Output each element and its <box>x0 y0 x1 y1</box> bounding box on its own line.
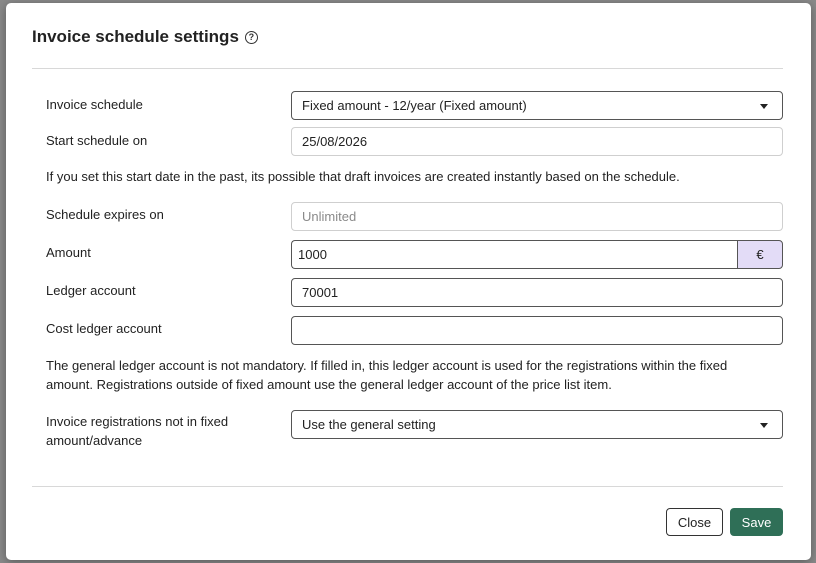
registrations-value: Use the general setting <box>302 417 436 432</box>
invoice-schedule-value: Fixed amount - 12/year (Fixed amount) <box>302 98 527 113</box>
chevron-down-icon <box>760 423 768 428</box>
footer-divider <box>32 486 783 487</box>
ledger-note: The general ledger account is not mandat… <box>46 356 783 394</box>
ledger-account-label: Ledger account <box>46 283 136 298</box>
start-schedule-input[interactable]: 25/08/2026 <box>291 127 783 156</box>
amount-input[interactable]: 1000 <box>291 240 737 269</box>
schedule-expires-placeholder: Unlimited <box>302 209 357 224</box>
help-icon[interactable]: ? <box>244 30 258 44</box>
registrations-label: Invoice registrations not in fixed amoun… <box>46 412 228 450</box>
amount-label: Amount <box>46 245 91 260</box>
ledger-note-line1: The general ledger account is not mandat… <box>46 358 728 373</box>
start-schedule-label: Start schedule on <box>46 133 148 148</box>
ledger-account-input[interactable]: 70001 <box>291 278 783 307</box>
modal-header: Invoice schedule settings ? <box>32 25 258 49</box>
registrations-label-line2: amount/advance <box>46 433 143 448</box>
start-date-note: If you set this start date in the past, … <box>46 169 680 184</box>
invoice-schedule-label: Invoice schedule <box>46 97 143 112</box>
modal-title: Invoice schedule settings <box>32 27 239 46</box>
ledger-note-line2: amount. Registrations outside of fixed a… <box>46 377 612 392</box>
chevron-down-icon <box>760 104 768 109</box>
amount-value: 1000 <box>298 247 327 262</box>
close-button[interactable]: Close <box>666 508 723 536</box>
cost-ledger-account-input[interactable] <box>291 316 783 345</box>
header-divider <box>32 68 783 69</box>
save-button[interactable]: Save <box>730 508 783 536</box>
amount-group: 1000 € <box>291 240 783 269</box>
cost-ledger-account-label: Cost ledger account <box>46 321 162 336</box>
invoice-schedule-select[interactable]: Fixed amount - 12/year (Fixed amount) <box>291 91 783 120</box>
ledger-account-value: 70001 <box>302 285 339 300</box>
registrations-label-line1: Invoice registrations not in fixed <box>46 414 229 429</box>
schedule-expires-input[interactable]: Unlimited <box>291 202 783 231</box>
start-schedule-value: 25/08/2026 <box>302 134 368 149</box>
schedule-expires-label: Schedule expires on <box>46 207 164 222</box>
currency-addon: € <box>737 240 783 269</box>
invoice-schedule-modal: Invoice schedule settings ? Invoice sche… <box>6 3 811 560</box>
registrations-select[interactable]: Use the general setting <box>291 410 783 439</box>
